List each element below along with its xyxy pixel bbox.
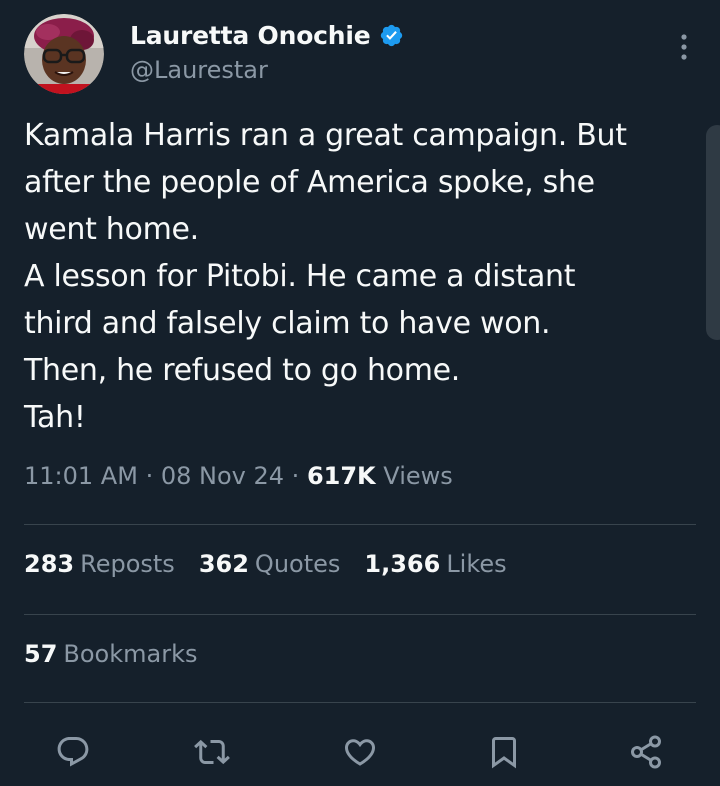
meta-separator: ·	[291, 462, 300, 490]
tweet-text-line: Kamala Harris ran a great campaign. But	[24, 118, 627, 153]
tweet-text-line: went home.	[24, 212, 199, 247]
bookmark-icon[interactable]	[486, 734, 522, 770]
reply-icon[interactable]	[55, 734, 91, 770]
bookmarks-label: Bookmarks	[63, 640, 198, 668]
divider	[24, 524, 696, 525]
likes-stat[interactable]: 1,366 Likes	[364, 550, 506, 578]
repost-icon[interactable]	[194, 734, 230, 770]
bookmarks-stat[interactable]: 57 Bookmarks	[24, 640, 198, 668]
action-bar	[0, 726, 720, 776]
tweet-text-line: Tah!	[24, 400, 86, 435]
display-name[interactable]: Lauretta Onochie	[130, 21, 371, 50]
quotes-stat[interactable]: 362 Quotes	[199, 550, 341, 578]
views-count[interactable]: 617K	[307, 462, 376, 490]
tweet-text-line: A lesson for Pitobi. He came a distant	[24, 259, 576, 294]
meta-separator: ·	[145, 462, 154, 490]
name-row: Lauretta Onochie	[130, 18, 404, 52]
engagement-stats: 283 Reposts 362 Quotes 1,366 Likes	[24, 550, 531, 578]
like-icon[interactable]	[342, 734, 378, 770]
tweet-detail-page: Lauretta Onochie @Laurestar Kamala Harri…	[0, 0, 720, 786]
tweet-text-line: third and falsely claim to have won.	[24, 306, 551, 341]
views-label[interactable]: Views	[383, 462, 452, 490]
handle[interactable]: @Laurestar	[130, 56, 268, 84]
share-icon[interactable]	[628, 734, 664, 770]
likes-count: 1,366	[364, 550, 441, 578]
tweet-meta: 11:01 AM · 08 Nov 24 · 617K Views	[24, 462, 453, 490]
tweet-header: Lauretta Onochie @Laurestar	[24, 14, 696, 94]
divider	[24, 702, 696, 703]
verified-badge-icon	[380, 24, 402, 46]
more-options-icon[interactable]	[672, 30, 696, 64]
reposts-stat[interactable]: 283 Reposts	[24, 550, 175, 578]
scrollbar-thumb[interactable]	[706, 125, 720, 340]
quotes-count: 362	[198, 550, 249, 578]
avatar-image	[24, 14, 104, 94]
quotes-label: Quotes	[254, 550, 341, 578]
reposts-count: 283	[24, 550, 75, 578]
likes-label: Likes	[446, 550, 507, 578]
tweet-text-line: after the people of America spoke, she	[24, 165, 595, 200]
tweet-text-line: Then, he refused to go home.	[24, 353, 461, 388]
avatar[interactable]	[24, 14, 104, 94]
tweet-date[interactable]: 08 Nov 24	[161, 462, 284, 490]
divider	[24, 614, 696, 615]
tweet-time[interactable]: 11:01 AM	[24, 462, 138, 490]
tweet-text: Kamala Harris ran a great campaign. But …	[24, 112, 704, 441]
reposts-label: Reposts	[80, 550, 175, 578]
bookmarks-count: 57	[24, 640, 58, 668]
